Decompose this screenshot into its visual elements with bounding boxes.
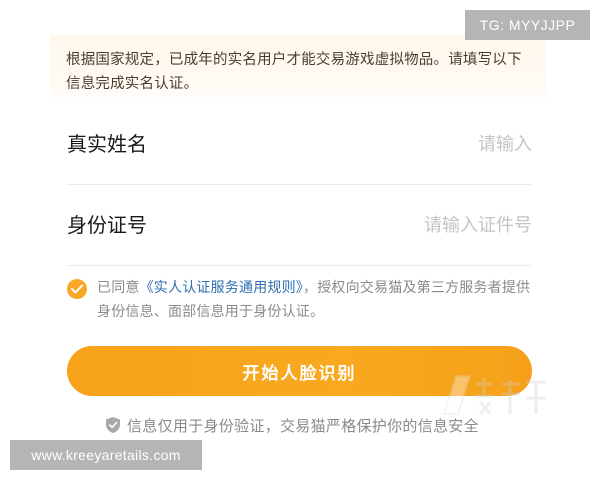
id-number-input[interactable] [272,210,532,240]
real-name-notice: 根据国家规定，已成年的实名用户才能交易游戏虚拟物品。请填写以下信息完成实名认证。 [50,35,546,105]
watermark-telegram: TG: MYYJJPP [465,10,590,40]
agreement-checkbox[interactable] [67,279,87,299]
security-note-text: 信息仅用于身份验证，交易猫严格保护你的信息安全 [127,416,479,435]
real-name-input[interactable] [272,129,532,159]
agreement-rules-link[interactable]: 《实人认证服务通用规则》 [140,280,303,296]
checkmark-icon [71,284,83,294]
agreement-text: 已同意《实人认证服务通用规则》，授权向交易猫及第三方服务者提供身份信息、面部信息… [97,276,537,324]
agreement-prefix: 已同意 [97,280,140,296]
real-name-field: 真实姓名 [67,105,532,185]
id-number-label: 身份证号 [67,213,147,237]
id-number-field: 身份证号 [67,186,532,266]
security-note: 信息仅用于身份验证，交易猫严格保护你的信息安全 [105,413,479,437]
real-name-label: 真实姓名 [67,132,147,156]
shield-icon [106,417,120,433]
watermark-url: www.kreeyaretails.com [10,440,202,470]
